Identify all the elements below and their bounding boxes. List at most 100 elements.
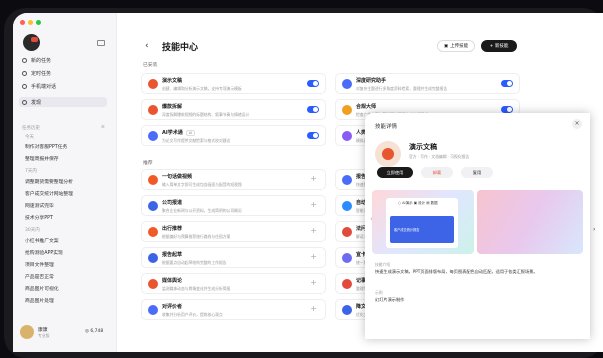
maximize-window-dot[interactable] <box>36 20 41 25</box>
skill-name: 演示文稿 <box>409 143 437 151</box>
back-icon[interactable]: ‹ <box>145 41 149 51</box>
skill-icon <box>148 79 158 89</box>
app-logo <box>23 34 40 51</box>
skill-badge: AI <box>185 130 196 136</box>
preview-window: ○ AI演示 ▣ 设计 ▤ 数据 客户成交统计报告 <box>386 198 458 248</box>
skill-card[interactable]: 公司报道 聚合企业新闻与公开资料，生成简明的公司概况 + <box>141 195 326 216</box>
presentation-icon <box>375 141 401 167</box>
skill-icon <box>342 201 352 211</box>
history-item[interactable]: 商品图片处理 <box>25 297 54 304</box>
skill-icon <box>148 131 158 141</box>
skill-icon <box>148 279 158 289</box>
history-item[interactable]: 小红书推广文案 <box>25 237 59 244</box>
preview-image[interactable]: ○ AI演示 ▣ 设计 ▤ 数据 客户成交统计报告 <box>372 190 474 254</box>
history-item[interactable]: 抢购测验APP实现 <box>25 249 63 256</box>
user-name: 康康 <box>38 327 48 333</box>
history-item[interactable]: 整理周报并保存 <box>25 155 59 162</box>
skill-card[interactable]: 报告起草 根据要点自动起草结构完整的工作报告 + <box>141 247 326 268</box>
upload-skill-button[interactable]: ▣ 上传技能 <box>437 40 475 52</box>
group-label: 30天内 <box>25 228 40 233</box>
add-skill-icon[interactable]: + <box>310 174 317 183</box>
group-label: 7天内 <box>25 169 37 174</box>
close-window-dot[interactable] <box>20 20 25 25</box>
preview-toolbar: ○ AI演示 ▣ 设计 ▤ 数据 <box>398 201 438 205</box>
popup-title: 技能详情 <box>375 124 398 130</box>
avatar <box>20 325 34 339</box>
skill-icon <box>148 201 158 211</box>
skill-icon <box>342 131 352 141</box>
add-skill-icon[interactable]: + <box>310 304 317 313</box>
coin-count: 6,748 <box>90 329 104 334</box>
reuse-button[interactable]: 复用 <box>461 167 493 178</box>
skill-toggle[interactable] <box>307 106 319 113</box>
user-profile[interactable]: 康康 专业版 <box>20 325 49 339</box>
history-item[interactable]: 项目文件整理 <box>25 261 54 268</box>
nav-scheduled-task[interactable]: 定时任务 <box>22 68 51 78</box>
history-header: 任务历史 <box>22 126 40 131</box>
skill-icon <box>148 105 158 115</box>
history-item[interactable]: 产品是否正常 <box>25 273 54 280</box>
minimize-window-dot[interactable] <box>28 20 33 25</box>
skill-icon <box>342 175 352 185</box>
plus-circle-icon <box>22 57 27 63</box>
add-skill-icon[interactable]: + <box>310 278 317 287</box>
clock-icon <box>22 70 27 76</box>
nav-discover[interactable]: 发现 <box>19 97 107 107</box>
add-skill-icon[interactable]: + <box>310 226 317 235</box>
skill-card[interactable]: 演示文稿 创建、编辑和分析演示文稿，支持专项演示模板 <box>141 73 326 94</box>
add-skill-icon[interactable]: + <box>310 252 317 261</box>
user-plan: 专业版 <box>38 332 50 338</box>
preview-slide: 客户成交统计报告 <box>390 216 454 243</box>
skill-card[interactable]: 对评价者 收集并分析用户评价，提炼核心观点 + <box>141 299 326 320</box>
chevron-left-icon[interactable]: ‹ <box>370 215 373 223</box>
skill-icon <box>342 253 352 263</box>
example-label: 示例 <box>375 290 383 295</box>
skill-detail-popup: 技能详情 × 演示文稿 官方 · 写作 · 文档编辑 · 可视化报告 立即使用 … <box>365 113 590 339</box>
skill-card[interactable]: 一句话做视频 输入简单文字即可生成包含画面与配音的短视频 + <box>141 169 326 190</box>
upload-icon: ▣ <box>443 43 449 49</box>
skill-card[interactable]: AI学术通 AI 为论文写作提供文献检索与格式校对建议 <box>141 125 326 146</box>
create-skill-button[interactable]: + 新技能 <box>481 40 517 52</box>
close-icon[interactable]: × <box>572 119 582 129</box>
example-text: 幻灯片演示制作 <box>375 297 405 302</box>
skill-toggle[interactable] <box>307 132 319 139</box>
description-label: 技能介绍 <box>375 262 391 267</box>
skill-icon <box>342 79 352 89</box>
installed-section-title: 已安装 <box>143 63 158 68</box>
chevron-right-icon[interactable]: › <box>593 226 595 233</box>
skill-card[interactable]: 深度研究助手 对复杂主题进行多角度资料检索，整理并生成完整报告 <box>335 73 520 94</box>
use-now-button[interactable]: 立即使用 <box>377 167 413 178</box>
skill-icon <box>148 305 158 315</box>
recommended-section-title: 推荐 <box>143 161 153 166</box>
preview-image[interactable] <box>477 190 583 254</box>
history-item[interactable]: 调整期货需要整理分析 <box>25 178 73 185</box>
skill-toggle[interactable] <box>307 80 319 87</box>
nav-new-task[interactable]: 新的任务 <box>22 55 51 65</box>
history-item[interactable]: 技术分享PPT <box>25 214 53 221</box>
phone-icon <box>22 83 27 89</box>
coin-icon: ◎ <box>85 329 89 334</box>
history-item[interactable]: 制作对客服PPT任务 <box>25 143 67 150</box>
skill-icon <box>148 227 158 237</box>
skill-card[interactable]: 媒体舆论 监测媒体动态与舆情变化并生成分析简报 + <box>141 273 326 294</box>
skill-toggle[interactable] <box>501 106 513 113</box>
skill-icon <box>342 105 352 115</box>
skill-meta: 官方 · 写作 · 文档编辑 · 可视化报告 <box>409 154 470 159</box>
skill-card[interactable]: 爆款拆解 深度拆解爆款视频的标题结构、叙事节奏与情绪设计 <box>141 99 326 120</box>
history-item[interactable]: 客户成交统计网站整理 <box>25 190 73 197</box>
history-item[interactable]: 商品图片可视化 <box>25 285 59 292</box>
history-item[interactable]: 网速测试完毕 <box>25 202 54 209</box>
sidebar-toggle-icon[interactable] <box>97 40 105 46</box>
skill-icon <box>148 253 158 263</box>
nav-mobile-chat[interactable]: 手机端对话 <box>22 81 56 91</box>
uninstall-button[interactable]: 卸载 <box>421 167 453 178</box>
group-label: 今天 <box>25 135 34 140</box>
skill-toggle[interactable] <box>501 80 513 87</box>
skill-card[interactable]: 出行推荐 根据偏好与预算推荐旅行路线与住宿方案 + <box>141 221 326 242</box>
coin-balance[interactable]: ◎ 6,748 <box>85 329 103 334</box>
add-skill-icon[interactable]: + <box>310 200 317 209</box>
filter-icon[interactable]: ≡ <box>101 125 105 130</box>
skill-icon <box>148 175 158 185</box>
page-title: 技能中心 <box>162 43 199 53</box>
skill-description: 快速生成演示文稿，PPT页面排版布局，每页图表配色自动匹配，适用于各类汇报场景。 <box>375 269 538 274</box>
